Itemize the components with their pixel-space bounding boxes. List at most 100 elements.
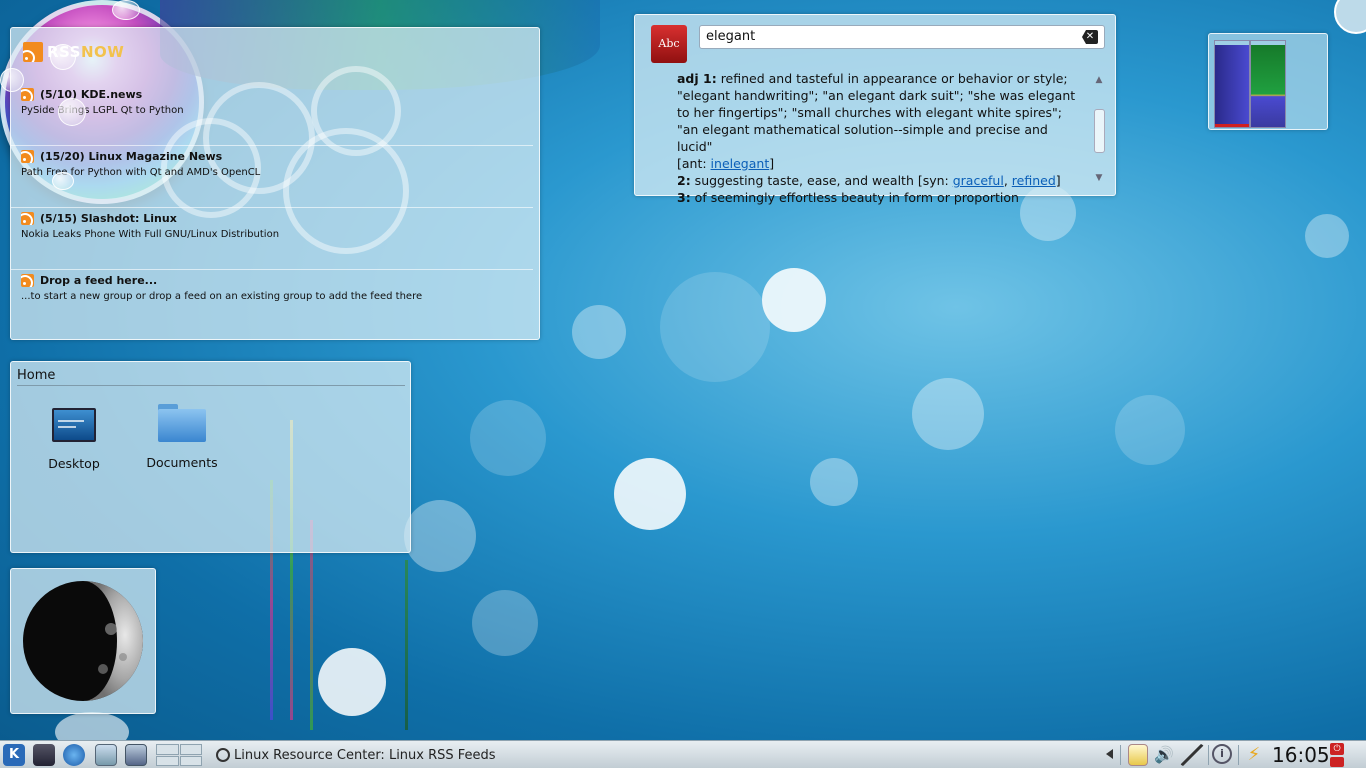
lock-icon[interactable] (1330, 757, 1344, 767)
bokeh (1115, 395, 1185, 465)
paint-streak (405, 560, 408, 730)
bubble (112, 0, 140, 20)
bokeh (404, 500, 476, 572)
synonym-link[interactable]: graceful (953, 173, 1004, 188)
bubble (0, 68, 24, 92)
clipboard-icon[interactable] (1128, 744, 1148, 766)
ant-suffix: ] (769, 156, 775, 171)
dictionary-scrollbar[interactable]: ▲ ▼ (1093, 75, 1105, 183)
power-icon[interactable]: ⚡ (1242, 744, 1266, 766)
feed-headline[interactable]: Path Free for Python with Qt and AMD's O… (21, 167, 523, 178)
desktop-2[interactable] (179, 744, 202, 755)
bokeh (1334, 0, 1366, 34)
bokeh (318, 648, 386, 716)
bokeh (614, 458, 686, 530)
moon-phase-widget[interactable] (10, 568, 156, 714)
divider (1238, 745, 1239, 765)
bokeh (810, 458, 858, 506)
info-icon[interactable]: i (1212, 744, 1232, 764)
memory-bar-fill (1251, 45, 1285, 127)
divider (1120, 745, 1121, 765)
tray-expand-icon[interactable] (1106, 749, 1113, 759)
bokeh (762, 268, 826, 332)
feed-item[interactable]: (5/15) Slashdot: Linux Nokia Leaks Phone… (11, 210, 533, 270)
taskbar: K Linux Resource Center: Linux RSS Feeds… (0, 740, 1366, 768)
feed-item[interactable]: (5/10) KDE.news PySide Brings LGPL Qt to… (11, 86, 533, 146)
bokeh (912, 378, 984, 450)
rss-icon (21, 88, 34, 101)
dictionary-icon-label: Abc (658, 37, 680, 50)
monitor-icon (52, 408, 96, 442)
window-icon (216, 748, 230, 762)
feed-headline[interactable]: PySide Brings LGPL Qt to Python (21, 105, 523, 116)
desktop-1[interactable] (156, 744, 179, 755)
system-settings-icon[interactable] (33, 744, 55, 766)
package-manager-icon[interactable] (125, 744, 147, 766)
task-window-browser[interactable]: Linux Resource Center: Linux RSS Feeds (214, 745, 496, 765)
folder-view-home[interactable]: Home Desktop Documents (10, 361, 411, 553)
bubble (52, 172, 74, 190)
rss-now-widget[interactable]: RSSNOW (5/10) KDE.news PySide Brings LGP… (10, 27, 540, 340)
feed-drop-zone[interactable]: Drop a feed here... ...to start a new gr… (11, 272, 533, 332)
bokeh (470, 400, 546, 476)
feed-headline: ...to start a new group or drop a feed o… (21, 291, 423, 302)
logout-icon[interactable]: ⏻ (1330, 743, 1344, 755)
def-number: adj 1: (677, 71, 717, 86)
kde-menu-icon[interactable]: K (3, 744, 25, 766)
bubble (58, 98, 86, 126)
task-label: Linux Resource Center: Linux RSS Feeds (234, 747, 496, 763)
synonym-link[interactable]: refined (1012, 173, 1056, 188)
feed-item[interactable]: (15/20) Linux Magazine News Path Free fo… (11, 148, 533, 208)
bokeh (572, 305, 626, 359)
system-monitor-widget[interactable] (1208, 33, 1328, 130)
rss-icon (23, 42, 43, 62)
def-number: 3: (677, 190, 691, 205)
feed-headline[interactable]: Nokia Leaks Phone With Full GNU/Linux Di… (21, 229, 523, 240)
bokeh (1305, 214, 1349, 258)
file-label: Desktop (48, 456, 100, 471)
folder-icon (158, 404, 206, 442)
desktop-4[interactable] (179, 755, 202, 766)
feed-title: Drop a feed here... (40, 274, 158, 287)
dictionary-search-input[interactable]: elegant ✕ (699, 25, 1105, 49)
feed-title: (5/15) Slashdot: Linux (40, 212, 177, 225)
dictionary-widget[interactable]: Abc elegant ✕ adj 1: refined and tastefu… (634, 14, 1116, 205)
rss-icon (21, 274, 34, 287)
cpu-bar (1214, 40, 1250, 128)
antonym-link[interactable]: inelegant (711, 156, 770, 171)
file-manager-icon[interactable] (95, 744, 117, 766)
def-text: of seemingly effortless beauty in form o… (690, 190, 1019, 205)
clear-icon[interactable]: ✕ (1082, 30, 1098, 44)
divider (17, 385, 405, 386)
folder-view-title: Home (17, 368, 56, 383)
scrollbar-thumb[interactable] (1094, 109, 1105, 153)
desktop-3[interactable] (156, 755, 179, 766)
memory-bar (1250, 40, 1286, 128)
logo-now: NOW (80, 43, 125, 61)
file-documents[interactable]: Documents (142, 404, 222, 470)
bokeh (660, 272, 770, 382)
dictionary-query: elegant (706, 29, 756, 44)
syn-suffix: ] (1055, 173, 1061, 188)
pager[interactable] (156, 744, 202, 766)
divider (1208, 745, 1209, 765)
scroll-down-icon[interactable]: ▼ (1093, 173, 1105, 183)
def-text: refined and tasteful in appearance or be… (677, 71, 1076, 154)
def-number: 2: (677, 173, 691, 188)
feed-title: (15/20) Linux Magazine News (40, 150, 223, 163)
bubble (50, 44, 76, 70)
browser-icon[interactable] (63, 744, 85, 766)
clock[interactable]: 16:05 (1272, 743, 1330, 767)
def-text: suggesting taste, ease, and wealth [syn: (690, 173, 953, 188)
moon-icon (23, 581, 143, 701)
rss-icon (21, 212, 34, 225)
volume-icon[interactable]: 🔊 (1154, 744, 1174, 766)
rss-icon (21, 150, 34, 163)
file-desktop[interactable]: Desktop (34, 408, 114, 471)
syn-sep: , (1003, 173, 1012, 188)
network-icon[interactable] (1180, 744, 1204, 766)
cpu-bar-fill (1215, 45, 1249, 127)
scroll-up-icon[interactable]: ▲ (1093, 75, 1105, 85)
dictionary-definition: adj 1: refined and tasteful in appearanc… (677, 70, 1081, 206)
file-label: Documents (146, 455, 218, 470)
